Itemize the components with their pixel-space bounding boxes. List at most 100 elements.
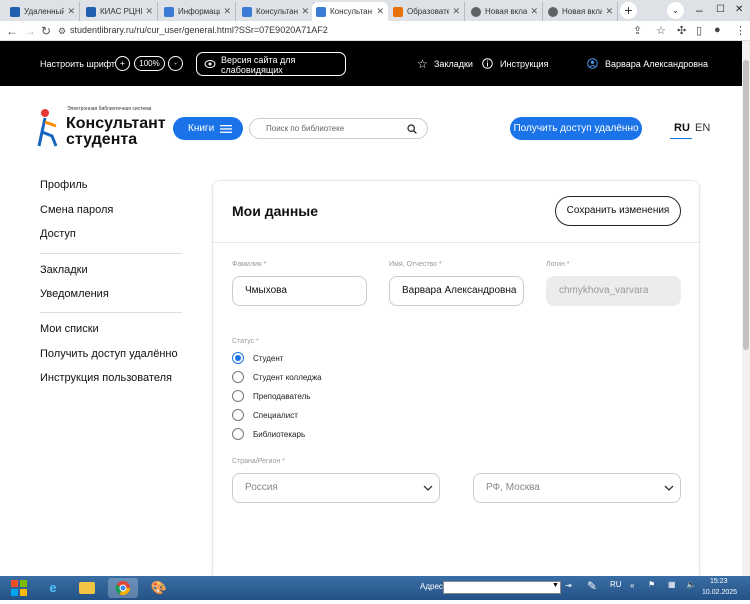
lang-ru-underline bbox=[670, 138, 692, 139]
ie-icon[interactable]: e bbox=[38, 578, 68, 598]
sidebar-item-my-lists[interactable]: Мои списки bbox=[40, 323, 99, 335]
books-menu-button[interactable]: Книги bbox=[173, 117, 243, 140]
browser-tab-6[interactable]: Образовате ✕ bbox=[389, 2, 465, 21]
sidebar-item-user-guide[interactable]: Инструкция пользователя bbox=[40, 372, 172, 384]
volume-icon[interactable]: 🔈 bbox=[686, 580, 696, 589]
tab-title: Удаленный bbox=[24, 7, 65, 16]
tab-favicon-icon bbox=[316, 6, 326, 17]
tab-search-icon[interactable]: ⌄ bbox=[667, 2, 684, 19]
address-dropdown-icon[interactable]: ▼ bbox=[552, 582, 559, 589]
font-increase-button[interactable]: + bbox=[115, 56, 130, 71]
minimize-icon[interactable]: – bbox=[696, 3, 703, 17]
browser-tab-4[interactable]: Консультан ✕ bbox=[238, 2, 314, 21]
close-icon[interactable]: ✕ bbox=[605, 6, 613, 17]
browser-tab-3[interactable]: Информаци ✕ bbox=[160, 2, 236, 21]
go-icon[interactable]: ⇥ bbox=[565, 581, 572, 590]
star-icon: ☆ bbox=[417, 57, 428, 71]
tab-title: Новая вкла bbox=[562, 7, 603, 16]
sidepanel-icon[interactable]: ▯ bbox=[696, 24, 702, 37]
login-field: chmykhova_varvara bbox=[546, 276, 681, 306]
remote-access-button[interactable]: Получить доступ удалённо bbox=[510, 117, 642, 140]
tab-title: Новая вкла bbox=[485, 7, 528, 16]
sidebar-item-remote-access[interactable]: Получить доступ удалённо bbox=[40, 348, 178, 360]
close-icon[interactable]: ✕ bbox=[452, 6, 460, 17]
bookmark-star-icon[interactable]: ☆ bbox=[656, 24, 666, 37]
tray-tool-icon[interactable]: ✎ bbox=[587, 579, 597, 593]
extensions-icon[interactable]: ✣ bbox=[677, 24, 686, 37]
back-icon[interactable]: ← bbox=[6, 24, 18, 38]
browser-tab-7[interactable]: Новая вкла ✕ bbox=[467, 2, 543, 21]
share-icon[interactable]: ⇪ bbox=[633, 24, 642, 37]
lang-ru[interactable]: RU bbox=[674, 122, 690, 134]
keyboard-language[interactable]: RU bbox=[610, 580, 622, 589]
low-vision-label: Версия сайта для слабовидящих bbox=[221, 55, 296, 75]
sidebar-item-access[interactable]: Доступ bbox=[40, 228, 76, 240]
maximize-icon[interactable]: ☐ bbox=[716, 4, 725, 15]
status-radio-librarian[interactable] bbox=[232, 428, 244, 440]
user-name-link[interactable]: Варвара Александровна bbox=[605, 59, 708, 69]
close-icon[interactable]: ✕ bbox=[67, 6, 75, 17]
site-info-icon[interactable]: ⚙ bbox=[58, 26, 66, 37]
sidebar-item-notifications[interactable]: Уведомления bbox=[40, 288, 109, 300]
save-changes-button[interactable]: Сохранить изменения bbox=[555, 196, 681, 226]
logo-subtitle: Электронная библиотечная система bbox=[67, 106, 152, 112]
status-radio-teacher[interactable] bbox=[232, 390, 244, 402]
sidebar-divider bbox=[40, 253, 182, 254]
tab-favicon-icon bbox=[86, 6, 96, 17]
sidebar-item-profile[interactable]: Профиль bbox=[40, 179, 88, 191]
browser-tab-5-active[interactable]: Консультан ✕ bbox=[312, 2, 388, 21]
paint-icon[interactable]: 🎨 bbox=[144, 578, 174, 598]
tab-favicon-icon bbox=[393, 6, 403, 17]
font-decrease-button[interactable]: - bbox=[168, 56, 183, 71]
menu-icon[interactable]: ⋮ bbox=[735, 24, 746, 37]
clock-date[interactable]: 10.02.2025 bbox=[702, 589, 737, 596]
tray-network-icon[interactable]: ▦ bbox=[668, 580, 676, 589]
status-radio-college-student[interactable] bbox=[232, 371, 244, 383]
profile-icon[interactable]: ● bbox=[714, 24, 721, 36]
status-option-label: Преподаватель bbox=[253, 392, 311, 401]
taskbar-address-input[interactable] bbox=[443, 581, 561, 594]
tab-favicon-icon bbox=[10, 6, 20, 17]
country-select[interactable]: Россия bbox=[232, 473, 440, 503]
bookmarks-link[interactable]: Закладки bbox=[434, 59, 473, 69]
lang-en[interactable]: EN bbox=[695, 122, 710, 134]
close-icon[interactable]: ✕ bbox=[301, 6, 309, 17]
search-icon[interactable] bbox=[407, 124, 417, 134]
explorer-icon[interactable] bbox=[72, 578, 102, 598]
name-label: Имя, Отчество * bbox=[389, 261, 442, 268]
forward-icon[interactable]: → bbox=[24, 24, 36, 38]
new-tab-button[interactable]: + bbox=[620, 2, 637, 19]
window-close-icon[interactable]: ✕ bbox=[735, 4, 743, 15]
site-logo[interactable]: Электронная библиотечная система Консуль… bbox=[36, 106, 176, 150]
instruction-link[interactable]: Инструкция bbox=[500, 59, 548, 69]
status-radio-student[interactable] bbox=[232, 352, 244, 364]
tray-flag-icon[interactable]: ⚑ bbox=[648, 580, 655, 589]
font-settings-label: Настроить шрифт bbox=[40, 59, 116, 69]
clock-time[interactable]: 15:23 bbox=[710, 578, 728, 585]
close-icon[interactable]: ✕ bbox=[223, 6, 231, 17]
status-radio-specialist[interactable] bbox=[232, 409, 244, 421]
close-icon[interactable]: ✕ bbox=[530, 6, 538, 17]
tray-arrows-icon[interactable]: « bbox=[630, 581, 634, 590]
browser-tab-2[interactable]: КИАС РЦНИ ✕ bbox=[82, 2, 158, 21]
books-label: Книги bbox=[188, 123, 215, 134]
low-vision-button[interactable]: Версия сайта для слабовидящих bbox=[196, 52, 346, 76]
browser-tab-1[interactable]: Удаленный ✕ bbox=[6, 2, 80, 21]
browser-tab-8[interactable]: Новая вкла ✕ bbox=[544, 2, 618, 21]
surname-field[interactable]: Чмыхова bbox=[232, 276, 367, 306]
start-button[interactable] bbox=[2, 577, 36, 599]
chrome-icon[interactable] bbox=[108, 578, 138, 598]
search-input[interactable]: Поиск по библиотеке bbox=[249, 118, 428, 139]
font-zoom-value: 100% bbox=[134, 56, 165, 71]
region-select[interactable]: РФ, Москва bbox=[473, 473, 681, 503]
sidebar-divider bbox=[40, 312, 182, 313]
close-icon[interactable]: ✕ bbox=[145, 6, 153, 17]
name-field[interactable]: Варвара Александровна bbox=[389, 276, 524, 306]
sidebar-item-bookmarks[interactable]: Закладки bbox=[40, 264, 88, 276]
close-icon[interactable]: ✕ bbox=[376, 6, 384, 17]
reload-icon[interactable]: ↻ bbox=[41, 24, 51, 38]
tab-title: Образовате bbox=[407, 7, 450, 16]
sidebar-item-change-password[interactable]: Смена пароля bbox=[40, 204, 113, 216]
url-field[interactable]: studentlibrary.ru/ru/cur_user/general.ht… bbox=[70, 25, 328, 35]
scrollbar-thumb[interactable] bbox=[743, 60, 749, 350]
